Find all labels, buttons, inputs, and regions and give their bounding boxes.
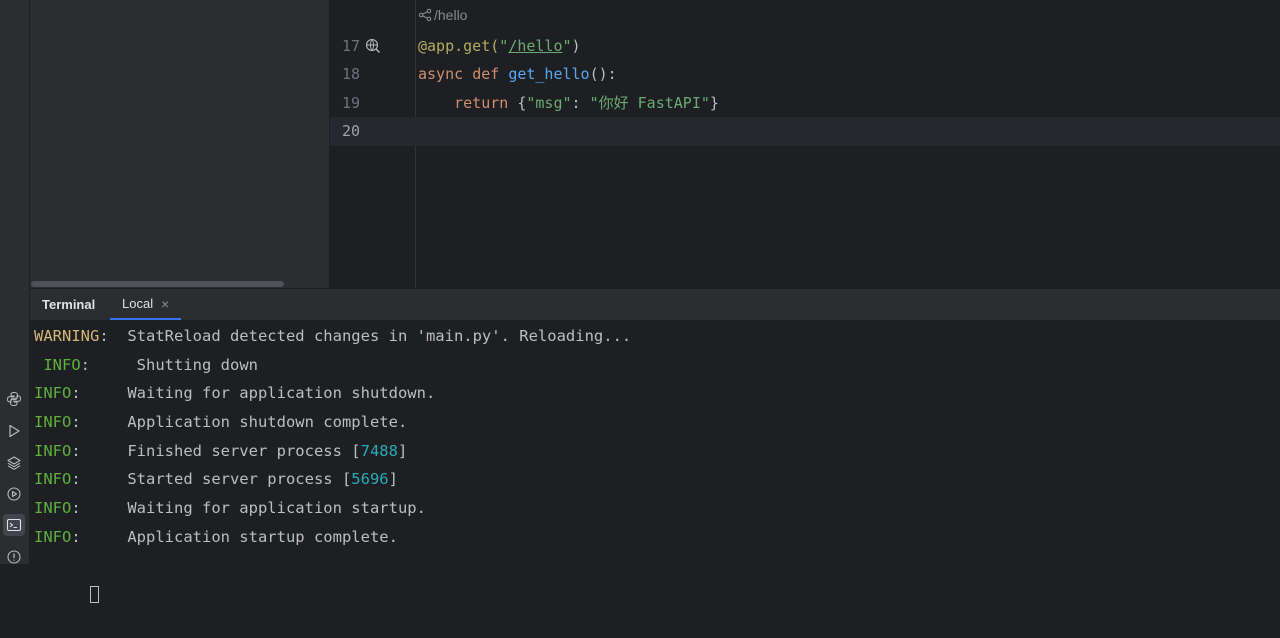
log-separator: : xyxy=(71,413,128,432)
line-number: 20 xyxy=(341,122,360,140)
code-token: @app.get( xyxy=(418,37,500,55)
layers-icon[interactable] xyxy=(3,452,25,474)
code-content: @app.get("/hello") xyxy=(418,32,581,61)
log-separator: : xyxy=(71,441,128,460)
code-line[interactable]: 19 return {"msg": "你好 FastAPI"} xyxy=(330,89,1280,118)
code-line[interactable]: 18 async def get_hello(): xyxy=(330,60,1280,89)
process-id: 7488 xyxy=(360,441,398,460)
terminal-line: INFO: Waiting for application shutdown. xyxy=(34,379,631,408)
line-number: 17 xyxy=(341,37,360,55)
code-token: (): xyxy=(589,65,617,83)
terminal-line: INFO: Application startup complete. xyxy=(34,523,631,552)
log-message: Waiting for application shutdown. xyxy=(127,384,436,403)
log-separator: : xyxy=(71,384,128,403)
log-suffix: ] xyxy=(388,470,398,489)
project-panel xyxy=(30,0,330,288)
log-message: StatReload detected changes in 'main.py'… xyxy=(127,327,632,345)
line-number: 19 xyxy=(341,94,360,112)
log-level: INFO xyxy=(34,470,72,489)
code-token: ) xyxy=(571,37,581,55)
terminal-line: INFO: Shutting down xyxy=(34,351,631,380)
log-separator: : xyxy=(71,527,128,546)
log-message: Waiting for application startup. xyxy=(127,499,426,518)
tab-local[interactable]: Local × xyxy=(110,289,182,320)
log-message: Started server process [ xyxy=(127,470,352,489)
code-line-current[interactable]: 20 xyxy=(330,117,1280,146)
text-cursor xyxy=(90,586,99,604)
problems-icon[interactable] xyxy=(3,546,25,568)
code-content: async def get_hello(): xyxy=(418,60,617,89)
log-message: Application shutdown complete. xyxy=(127,413,408,432)
project-horizontal-scrollbar[interactable] xyxy=(30,280,329,288)
code-content: return {"msg": "你好 FastAPI"} xyxy=(418,89,719,118)
python-console-icon[interactable] xyxy=(3,388,25,410)
terminal-line: INFO: Finished server process [7488] xyxy=(34,437,631,466)
line-number: 18 xyxy=(341,65,360,83)
share-icon xyxy=(418,8,432,22)
terminal-line: INFO: Application shutdown complete. xyxy=(34,408,631,437)
code-token: get_hello xyxy=(508,65,590,83)
terminal-output[interactable]: WARNING: StatReload detected changes in … xyxy=(34,322,631,604)
log-separator: : xyxy=(80,355,137,374)
scrollbar-thumb[interactable] xyxy=(31,281,284,287)
log-separator: : xyxy=(71,470,128,489)
code-editor[interactable]: /hello 17 @app.get("/hello") 18 async de… xyxy=(330,0,1280,288)
close-icon[interactable]: × xyxy=(161,296,169,312)
log-level: INFO xyxy=(34,441,72,460)
endpoint-gutter-icon[interactable] xyxy=(365,38,381,54)
tab-local-label: Local xyxy=(122,296,154,311)
code-line[interactable]: 17 @app.get("/hello") xyxy=(330,32,1280,61)
code-token: async xyxy=(418,65,473,83)
log-level: INFO xyxy=(34,355,81,374)
terminal-panel[interactable]: Terminal Local × WARNING: StatReload det… xyxy=(30,289,1280,604)
terminal-line: INFO: Started server process [5696] xyxy=(34,465,631,494)
code-token: " xyxy=(499,37,509,55)
code-token: def xyxy=(472,65,509,83)
inlay-hint-text: /hello xyxy=(434,7,468,23)
code-token: "msg" xyxy=(526,94,572,112)
log-level: WARNING xyxy=(34,327,100,345)
endpoint-inlay-hint[interactable]: /hello xyxy=(418,7,467,23)
process-id: 5696 xyxy=(351,470,389,489)
log-level: INFO xyxy=(34,499,72,518)
code-token: /hello xyxy=(508,37,563,55)
code-token: : xyxy=(571,94,590,112)
code-token: " xyxy=(562,37,572,55)
terminal-icon[interactable] xyxy=(3,514,25,536)
log-message: Application startup complete. xyxy=(127,527,398,546)
code-token: "你好 FastAPI" xyxy=(589,94,710,112)
log-message: Shutting down xyxy=(136,355,258,374)
log-separator: : xyxy=(71,499,128,518)
log-level: INFO xyxy=(34,413,72,432)
code-token: } xyxy=(709,94,719,112)
terminal-title: Terminal xyxy=(42,297,96,312)
run-icon[interactable] xyxy=(3,420,25,442)
left-tool-strip xyxy=(0,0,30,564)
log-message: Finished server process [ xyxy=(127,441,361,460)
terminal-prompt[interactable] xyxy=(34,552,631,604)
services-icon[interactable] xyxy=(3,483,25,505)
terminal-line: WARNING: StatReload detected changes in … xyxy=(34,322,631,351)
terminal-tab-bar: Terminal Local × xyxy=(30,289,1280,320)
log-separator: : xyxy=(99,327,128,345)
log-level: INFO xyxy=(34,527,72,546)
log-suffix: ] xyxy=(397,441,408,460)
code-token: return xyxy=(454,94,518,112)
terminal-line: INFO: Waiting for application startup. xyxy=(34,494,631,523)
log-level: INFO xyxy=(34,384,72,403)
